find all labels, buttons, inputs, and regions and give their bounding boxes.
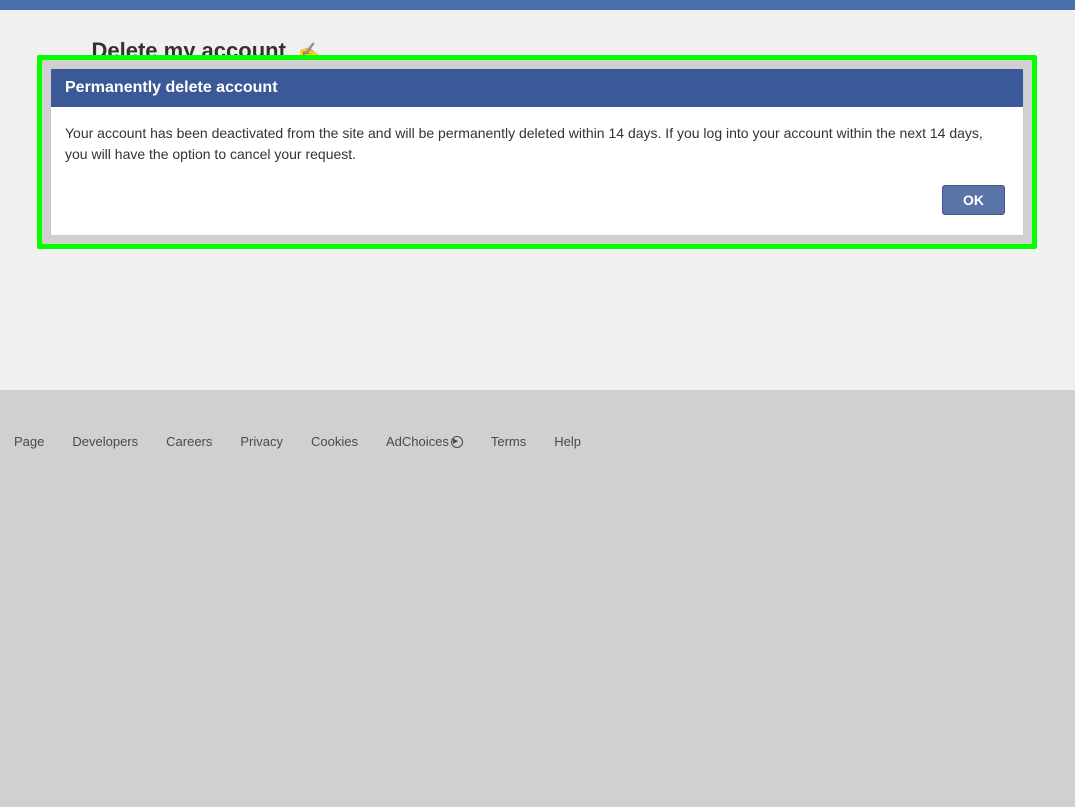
footer-link-developers[interactable]: Developers	[72, 434, 138, 449]
top-bar	[0, 0, 1075, 10]
footer-link-cookies[interactable]: Cookies	[311, 434, 358, 449]
footer-link-adchoices[interactable]: AdChoices	[386, 434, 463, 449]
footer-link-terms[interactable]: Terms	[491, 434, 526, 449]
dialog-body: Your account has been deactivated from t…	[51, 107, 1023, 235]
dialog-title-bar: Permanently delete account	[51, 69, 1023, 107]
dialog-highlight-border: Permanently delete account Your account …	[37, 55, 1037, 249]
dialog-ok-row: OK	[65, 185, 1009, 215]
dialog-message: Your account has been deactivated from t…	[65, 123, 1009, 165]
ok-button[interactable]: OK	[942, 185, 1005, 215]
footer: Page Developers Careers Privacy Cookies …	[0, 415, 1075, 467]
footer-link-help[interactable]: Help	[554, 434, 581, 449]
footer-link-page[interactable]: Page	[14, 434, 44, 449]
footer-link-careers[interactable]: Careers	[166, 434, 212, 449]
footer-link-privacy[interactable]: Privacy	[240, 434, 283, 449]
adchoices-icon	[451, 436, 463, 448]
dialog-box: Permanently delete account Your account …	[50, 68, 1024, 236]
dialog-title: Permanently delete account	[65, 79, 278, 96]
